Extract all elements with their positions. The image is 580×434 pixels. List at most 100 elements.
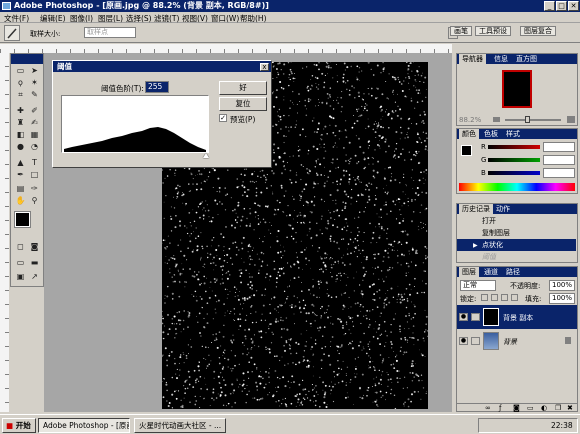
lock-position-icon[interactable] (501, 294, 508, 301)
lock-all-icon[interactable] (511, 294, 518, 301)
history-brush-tool-icon[interactable]: ✍ (28, 118, 41, 128)
layer-visibility-eye-icon[interactable]: ● (459, 313, 468, 321)
task-browser[interactable]: 火星时代动画大社区 - ... (134, 418, 226, 433)
dialog-titlebar[interactable]: 阈值 (53, 61, 271, 72)
blend-mode-select[interactable]: 正常 (460, 280, 496, 291)
dodge-tool-icon[interactable]: ◔ (28, 142, 41, 152)
lock-image-icon[interactable] (491, 294, 498, 301)
channel-b-slider[interactable] (488, 171, 540, 175)
pen-tool-icon[interactable]: ✒ (14, 170, 27, 180)
type-tool-icon[interactable]: T (28, 158, 41, 168)
tab-brushes[interactable]: 画笔 (450, 26, 472, 36)
channel-g-slider[interactable] (488, 158, 540, 162)
zoom-in-icon[interactable] (567, 116, 575, 123)
start-button[interactable]: ■ 开始 (2, 418, 36, 433)
tab-channels[interactable]: 通道 (481, 267, 501, 277)
layer-brush-icon[interactable] (471, 313, 480, 321)
magic-wand-tool-icon[interactable]: ✶ (28, 78, 41, 88)
threshold-slider-handle[interactable] (203, 153, 209, 158)
tab-styles[interactable]: 样式 (503, 129, 523, 139)
tab-histogram[interactable]: 直方图 (513, 54, 540, 64)
history-item-open[interactable]: 打开 (457, 215, 576, 227)
new-group-icon[interactable]: ▭ (527, 404, 534, 412)
channel-b-input[interactable] (543, 168, 575, 178)
lock-transparency-icon[interactable] (481, 294, 488, 301)
link-layers-icon[interactable]: ∞ (485, 404, 491, 412)
channel-g-label: G (481, 156, 487, 164)
notes-tool-icon[interactable]: ▤ (14, 184, 27, 194)
add-layer-style-icon[interactable]: ƒ (499, 404, 501, 412)
layer-row-background[interactable]: ● 背景 (457, 329, 577, 353)
channel-r-slider[interactable] (488, 145, 540, 149)
move-tool-icon[interactable]: ➤ (28, 66, 41, 76)
zoom-out-icon[interactable] (493, 117, 500, 122)
ok-button[interactable]: 好 (219, 81, 267, 95)
shape-tool-icon[interactable]: □ (28, 170, 41, 180)
path-selection-tool-icon[interactable]: ▲ (14, 158, 27, 168)
adjustment-layer-icon[interactable]: ◐ (541, 404, 547, 412)
brush-tool-icon[interactable]: ✐ (28, 106, 41, 116)
tab-actions[interactable]: 动作 (493, 204, 513, 214)
navigator-zoom[interactable]: 88.2% (459, 116, 481, 124)
history-tabs: 历史记录 动作 (457, 204, 577, 214)
threshold-level-input[interactable]: 255 (145, 81, 169, 93)
screen-mode-full-icon[interactable]: ▬ (28, 258, 41, 268)
blur-tool-icon[interactable]: ● (14, 142, 27, 152)
preview-checkbox[interactable]: ✓ (219, 114, 227, 122)
screen-mode-standard-icon[interactable]: ▭ (14, 258, 27, 268)
crop-tool-icon[interactable]: ⌗ (14, 90, 27, 100)
lasso-tool-icon[interactable]: ϙ (14, 78, 27, 88)
foreground-color-swatch[interactable] (14, 211, 31, 228)
marquee-tool-icon[interactable]: ▭ (14, 66, 27, 76)
tab-navigator[interactable]: 导航器 (459, 54, 486, 64)
zoom-slider[interactable] (505, 119, 561, 121)
channel-r-input[interactable] (543, 142, 575, 152)
toolbox-titlebar[interactable] (11, 54, 43, 64)
history-item-duplicate-layer[interactable]: 复制图层 (457, 227, 576, 239)
tab-color[interactable]: 颜色 (459, 129, 479, 139)
minimize-button[interactable]: _ (544, 1, 555, 11)
color-foreground-swatch[interactable] (461, 145, 472, 156)
color-ramp[interactable] (459, 183, 575, 191)
maximize-button[interactable]: □ (556, 1, 567, 11)
add-mask-icon[interactable]: ◙ (513, 404, 520, 412)
layer-visibility-eye-icon[interactable]: ● (459, 337, 468, 345)
eyedropper-tool-icon[interactable] (4, 25, 20, 41)
hand-tool-icon[interactable]: ✋ (14, 196, 27, 206)
tab-swatches[interactable]: 色板 (481, 129, 501, 139)
histogram-graph (64, 127, 206, 152)
navigator-thumbnail[interactable] (502, 70, 532, 108)
screen-mode-menu-icon[interactable]: ▣ (14, 272, 27, 282)
gradient-tool-icon[interactable]: ▦ (28, 130, 41, 140)
healing-brush-tool-icon[interactable]: ✚ (14, 106, 27, 116)
sample-size-select[interactable]: 取样点 (84, 27, 136, 38)
close-button[interactable]: ✕ (568, 1, 579, 11)
history-item-threshold[interactable]: 阈值 (457, 251, 576, 263)
fill-input[interactable]: 100% (549, 293, 575, 304)
tab-history[interactable]: 历史记录 (459, 204, 493, 214)
reset-button[interactable]: 复位 (219, 97, 267, 111)
quick-mask-icon[interactable]: ◙ (28, 242, 41, 252)
new-layer-icon[interactable]: ❐ (555, 404, 561, 412)
zoom-tool-icon[interactable]: ⚲ (28, 196, 41, 206)
eyedropper-icon[interactable]: ✑ (28, 184, 41, 194)
slice-tool-icon[interactable]: ✎ (28, 90, 41, 100)
standard-mode-icon[interactable]: ◻ (14, 242, 27, 252)
eraser-tool-icon[interactable]: ◧ (14, 130, 27, 140)
tab-layer-comps[interactable]: 图层复合 (520, 26, 556, 36)
channel-g-input[interactable] (543, 155, 575, 165)
opacity-input[interactable]: 100% (549, 280, 575, 291)
clone-stamp-tool-icon[interactable]: ♜ (14, 118, 27, 128)
delete-layer-icon[interactable]: ✖ (567, 404, 573, 412)
layer-link-icon[interactable] (471, 337, 480, 345)
task-photoshop[interactable]: Adobe Photoshop - [原画... (38, 418, 130, 433)
tab-paths[interactable]: 路径 (503, 267, 523, 277)
jump-to-imageready-icon[interactable]: ↗ (28, 272, 41, 282)
zoom-slider-handle[interactable] (525, 116, 530, 123)
dialog-close-button[interactable]: x (260, 63, 269, 71)
navigator-panel: 导航器 信息 直方图 88.2% (456, 53, 578, 126)
layer-row-background-copy[interactable]: ● 背景 副本 (457, 305, 577, 329)
tab-info[interactable]: 信息 (491, 54, 511, 64)
tab-tool-presets[interactable]: 工具预设 (475, 26, 511, 36)
tab-layers[interactable]: 图层 (459, 267, 479, 277)
